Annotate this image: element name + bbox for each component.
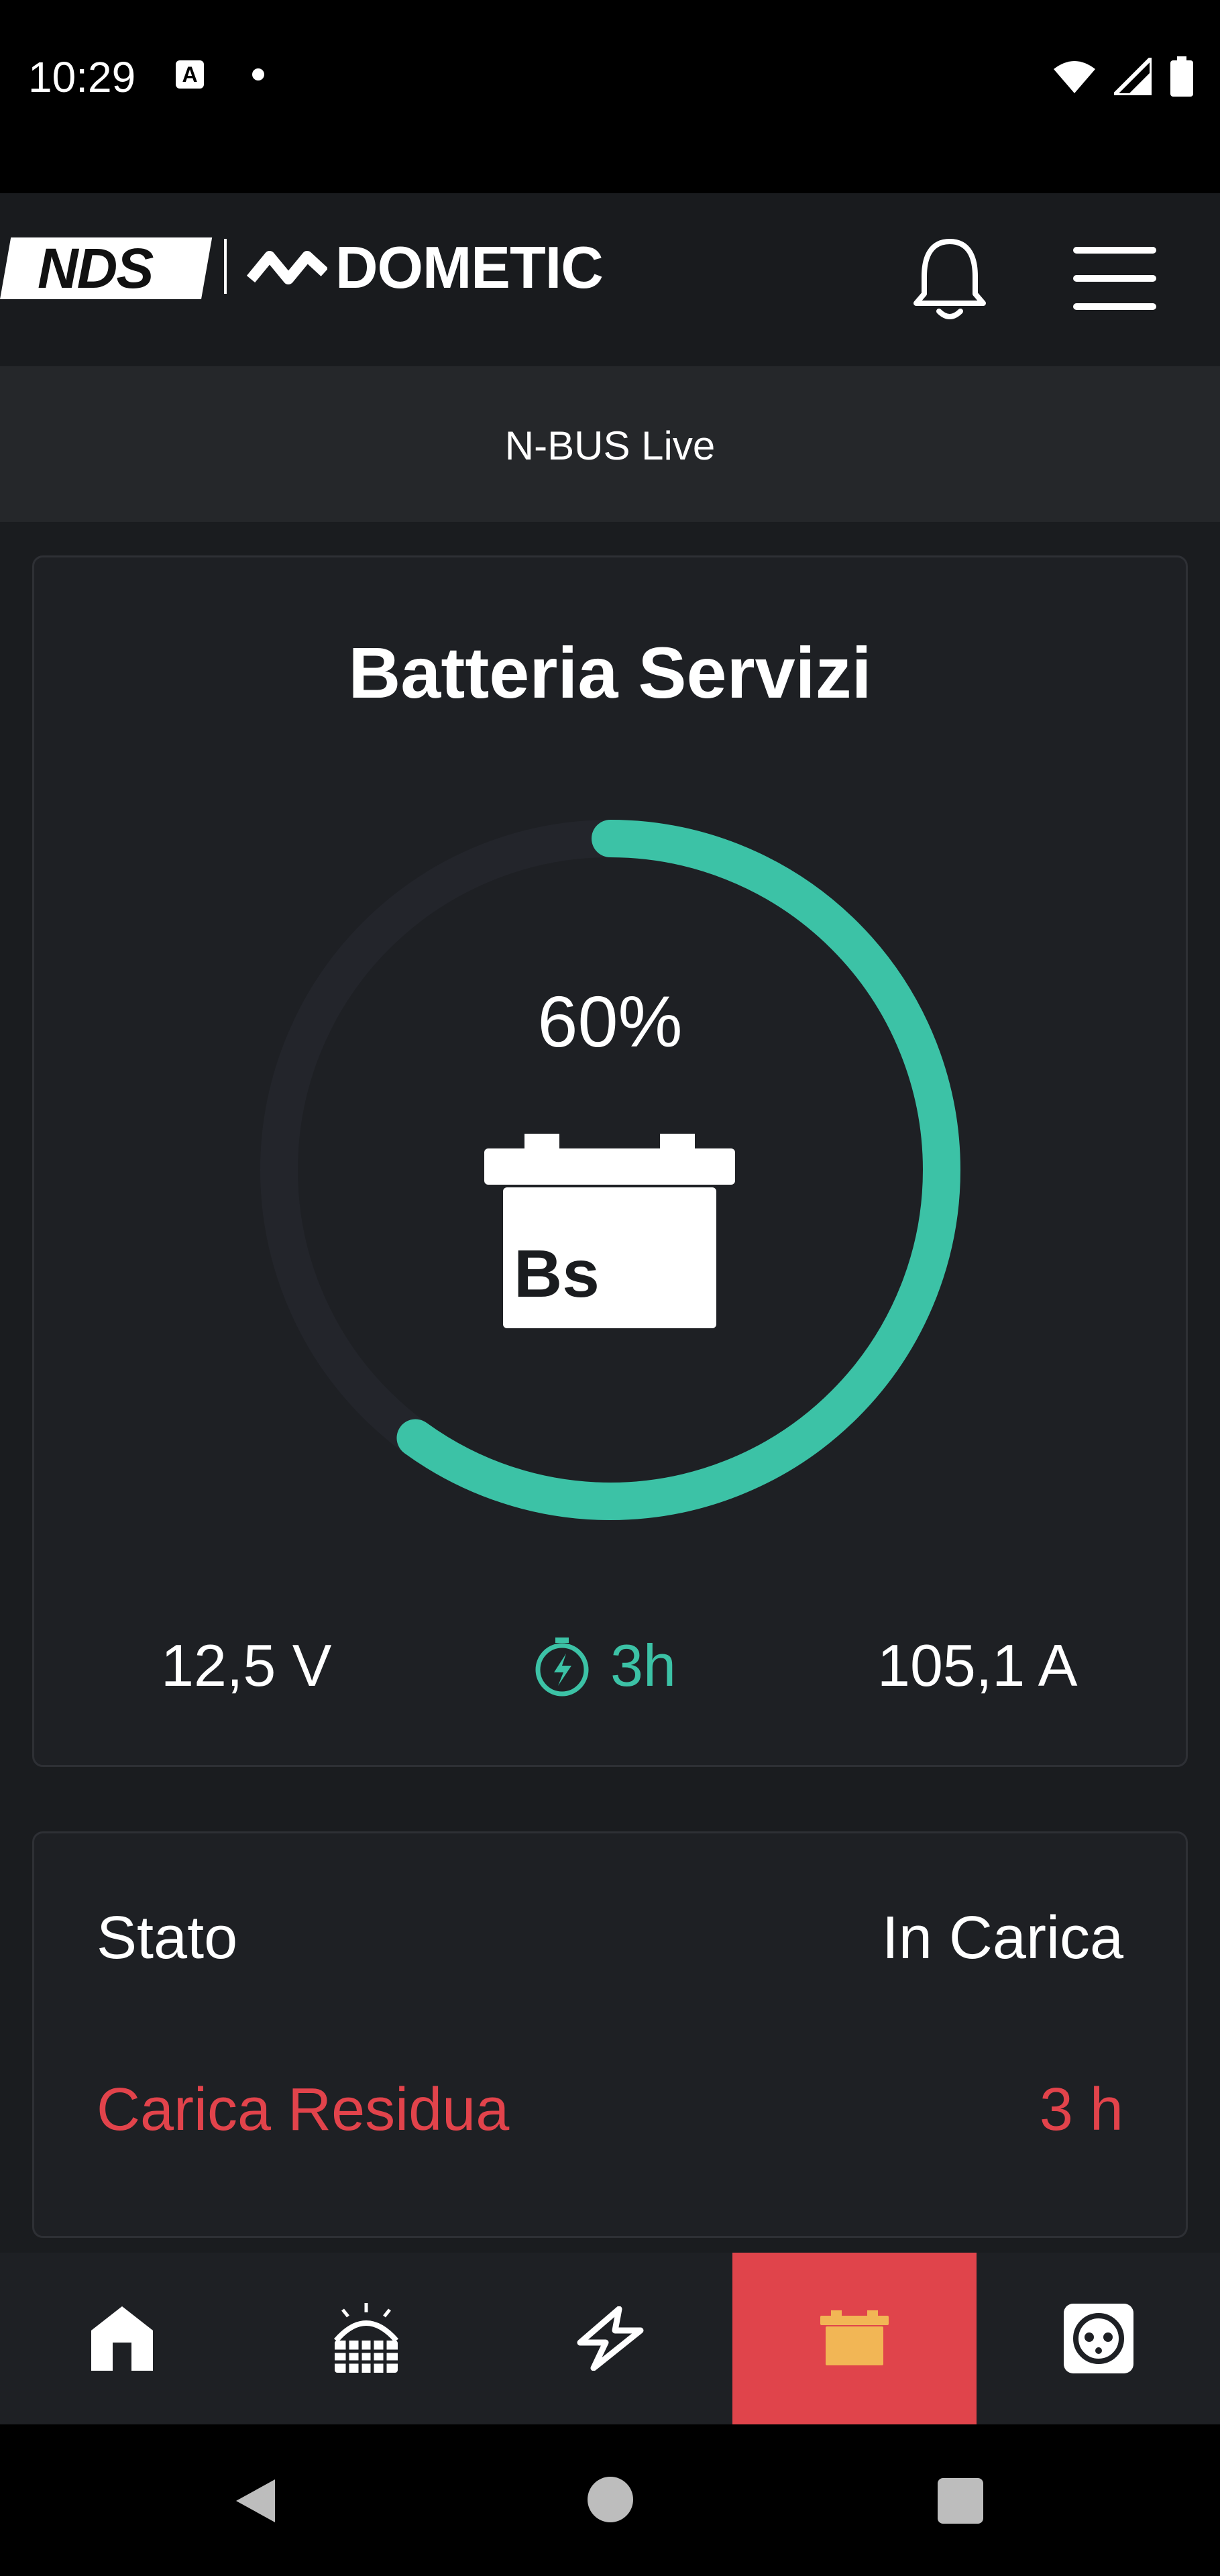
socket-icon — [1064, 2304, 1133, 2373]
time-remaining: 3h — [534, 1631, 676, 1700]
battery-nav-icon — [820, 2310, 889, 2365]
state-value: In Carica — [881, 1904, 1123, 1972]
bell-icon[interactable] — [912, 236, 987, 323]
battery-title: Batteria Servizi — [348, 632, 872, 713]
charge-timer-icon — [535, 1638, 589, 1697]
status-icons — [1054, 56, 1193, 97]
home-icon — [91, 2306, 153, 2371]
recent-apps-icon[interactable] — [938, 2478, 983, 2524]
back-icon[interactable] — [233, 2477, 276, 2525]
status-bar — [0, 0, 1220, 193]
voltage-value: 12,5 V — [161, 1632, 332, 1699]
remaining-charge-label: Carica Residua — [97, 2076, 510, 2143]
battery-icon-label: Bs — [514, 1236, 600, 1311]
remaining-charge-value: 3 h — [1039, 2076, 1123, 2143]
nds-logo-text: NDS — [38, 237, 154, 300]
time-remaining-value: 3h — [610, 1632, 676, 1699]
dometic-logo-icon — [247, 251, 327, 284]
wifi-icon — [1054, 61, 1095, 93]
dometic-logo-text: DOMETIC — [335, 234, 604, 301]
heater-icon — [333, 2303, 399, 2373]
charge-percent: 60% — [537, 981, 683, 1062]
state-label: Stato — [97, 1904, 238, 1972]
nav-battery[interactable] — [732, 2253, 977, 2424]
status-time: 10:29 — [28, 53, 136, 101]
battery-status-icon — [1170, 56, 1193, 97]
signal-icon — [1114, 58, 1152, 95]
status-card — [32, 1831, 1188, 2238]
notification-a-icon: A — [176, 60, 204, 89]
logo-separator — [224, 239, 227, 294]
notification-dot-icon — [252, 68, 264, 80]
home-button-icon[interactable] — [588, 2477, 633, 2522]
nav-power[interactable] — [488, 2253, 732, 2424]
sub-header-title: N-BUS Live — [504, 423, 716, 468]
power-icon — [577, 2306, 644, 2371]
nav-socket[interactable] — [977, 2253, 1220, 2424]
nav-home[interactable] — [0, 2253, 244, 2424]
hamburger-menu-icon[interactable] — [1073, 247, 1156, 310]
nav-heater[interactable] — [244, 2253, 488, 2424]
current-value: 105,1 A — [877, 1632, 1078, 1699]
